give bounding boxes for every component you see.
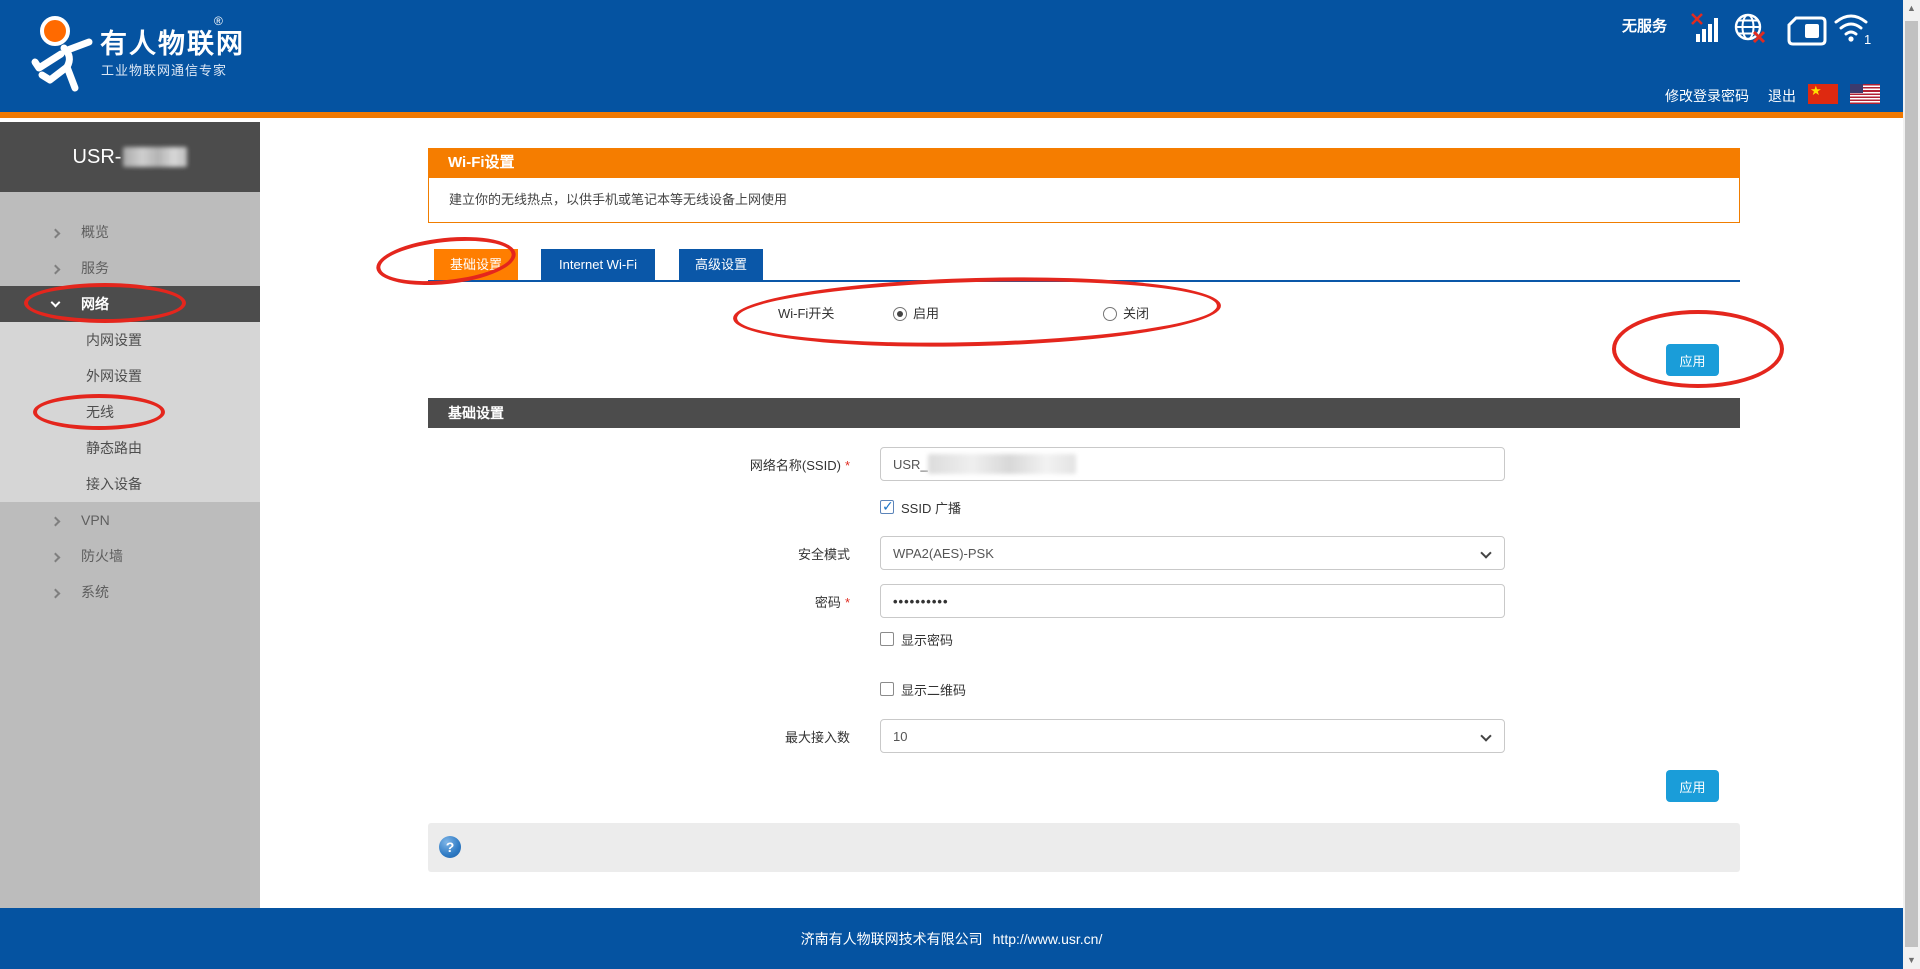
checkbox-unchecked-icon[interactable]	[880, 682, 894, 696]
device-title: USR-	[0, 122, 260, 192]
section-title: 基础设置	[428, 398, 1740, 428]
sidebar-item-network[interactable]: 网络	[0, 286, 260, 322]
sidebar-item-wan-settings[interactable]: 外网设置	[0, 358, 260, 394]
apply-button-bottom[interactable]: 应用	[1666, 770, 1719, 802]
select-chevron-icon	[1480, 547, 1491, 558]
chevron-right-icon	[51, 265, 61, 275]
redacted-device-name	[123, 147, 187, 167]
scroll-down-arrow-icon[interactable]: ▼	[1903, 952, 1920, 969]
chevron-right-icon	[51, 517, 61, 527]
security-mode-select[interactable]: WPA2(AES)-PSK	[880, 536, 1505, 570]
brand-title: 有人物联网	[100, 22, 245, 61]
brand-logo-person-icon	[24, 12, 104, 100]
scroll-up-arrow-icon[interactable]: ▲	[1903, 0, 1920, 17]
wifi-switch-row: Wi-Fi开关 启用 关闭	[428, 298, 1740, 326]
ssid-broadcast-label[interactable]: SSID 广播	[901, 498, 961, 517]
sidebar-item-vpn[interactable]: VPN	[0, 502, 260, 538]
footer-url-link[interactable]: http://www.usr.cn/	[993, 931, 1103, 947]
tab-underline	[428, 280, 1740, 282]
sidebar: USR- 概览 服务 网络 内网设置 外网设置 无线 静态路由 接入设备 VPN…	[0, 122, 260, 908]
help-icon[interactable]: ?	[439, 836, 461, 858]
apply-button-top[interactable]: 应用	[1666, 344, 1719, 376]
sidebar-item-connected-devices[interactable]: 接入设备	[0, 466, 260, 502]
change-password-link[interactable]: 修改登录密码	[1665, 86, 1749, 106]
show-qrcode-label[interactable]: 显示二维码	[901, 680, 966, 699]
footer-company: 济南有人物联网技术有限公司	[801, 929, 983, 949]
sidebar-item-firewall[interactable]: 防火墙	[0, 538, 260, 574]
logout-link[interactable]: 退出	[1768, 86, 1796, 106]
footer: 济南有人物联网技术有限公司 http://www.usr.cn/	[0, 908, 1903, 969]
panel-description: 建立你的无线热点，以供手机或笔记本等无线设备上网使用	[428, 178, 1740, 223]
main-content: Wi-Fi设置 建立你的无线热点，以供手机或笔记本等无线设备上网使用 基础设置 …	[428, 122, 1740, 908]
chevron-down-icon	[51, 298, 61, 308]
sidebar-item-overview[interactable]: 概览	[0, 214, 260, 250]
tab-advanced-settings[interactable]: 高级设置	[679, 249, 763, 280]
radio-selected-icon[interactable]	[893, 307, 907, 321]
radio-unselected-icon[interactable]	[1103, 307, 1117, 321]
chevron-right-icon	[51, 229, 61, 239]
ssid-input[interactable]: USR_	[880, 447, 1505, 481]
sidebar-item-static-routes[interactable]: 静态路由	[0, 430, 260, 466]
checkbox-unchecked-icon[interactable]	[880, 632, 894, 646]
sidebar-item-wireless[interactable]: 无线	[0, 394, 260, 430]
header-orange-divider	[0, 112, 1903, 118]
panel-title: Wi-Fi设置	[428, 148, 1740, 178]
scrollbar-thumb[interactable]	[1905, 21, 1918, 947]
chevron-right-icon	[51, 553, 61, 563]
wifi-switch-label: Wi-Fi开关	[778, 303, 834, 322]
flag-canton	[1850, 84, 1863, 93]
sidebar-item-system[interactable]: 系统	[0, 574, 260, 610]
ssid-label: 网络名称(SSID)*	[428, 455, 850, 474]
sidebar-item-lan-settings[interactable]: 内网设置	[0, 322, 260, 358]
wifi-enable-radio[interactable]: 启用	[893, 303, 939, 322]
security-mode-row: 安全模式 WPA2(AES)-PSK	[428, 536, 1740, 570]
ssid-row: 网络名称(SSID)* USR_	[428, 447, 1740, 481]
security-mode-label: 安全模式	[428, 544, 850, 563]
flag-star: ★	[1810, 83, 1822, 99]
top-header: ® 有人物联网 工业物联网通信专家 无服务	[0, 0, 1903, 112]
us-flag-language-switch[interactable]	[1850, 84, 1880, 104]
password-row: 密码* ••••••••••	[428, 584, 1740, 618]
password-label: 密码*	[428, 592, 850, 611]
redacted-ssid	[928, 454, 1076, 474]
max-clients-row: 最大接入数 10	[428, 719, 1740, 753]
vertical-scrollbar[interactable]: ▲ ▼	[1903, 0, 1920, 969]
china-flag-language-switch[interactable]: ★	[1808, 84, 1838, 104]
show-password-option[interactable]: 显示密码	[880, 631, 953, 647]
wifi-icon: 1	[1832, 10, 1876, 48]
show-password-label[interactable]: 显示密码	[901, 630, 953, 649]
select-chevron-icon	[1480, 730, 1491, 741]
tab-basic-settings[interactable]: 基础设置	[434, 249, 518, 280]
ssid-broadcast-option[interactable]: SSID 广播	[880, 499, 961, 515]
sim-card-icon	[1786, 16, 1828, 46]
no-service-status-text: 无服务	[1622, 15, 1667, 36]
tab-internet-wifi[interactable]: Internet Wi-Fi	[541, 249, 655, 280]
max-clients-select[interactable]: 10	[880, 719, 1505, 753]
password-input[interactable]: ••••••••••	[880, 584, 1505, 618]
signal-bars-icon	[1690, 10, 1722, 46]
sidebar-item-services[interactable]: 服务	[0, 250, 260, 286]
globe-icon	[1730, 10, 1770, 48]
show-qrcode-option[interactable]: 显示二维码	[880, 681, 966, 697]
svg-text:1: 1	[1864, 32, 1871, 47]
brand-subtitle: 工业物联网通信专家	[101, 60, 227, 79]
chevron-right-icon	[51, 589, 61, 599]
help-bar: ?	[428, 823, 1740, 872]
checkbox-checked-icon[interactable]	[880, 500, 894, 514]
wifi-disable-radio[interactable]: 关闭	[1103, 303, 1149, 322]
max-clients-label: 最大接入数	[428, 727, 850, 746]
